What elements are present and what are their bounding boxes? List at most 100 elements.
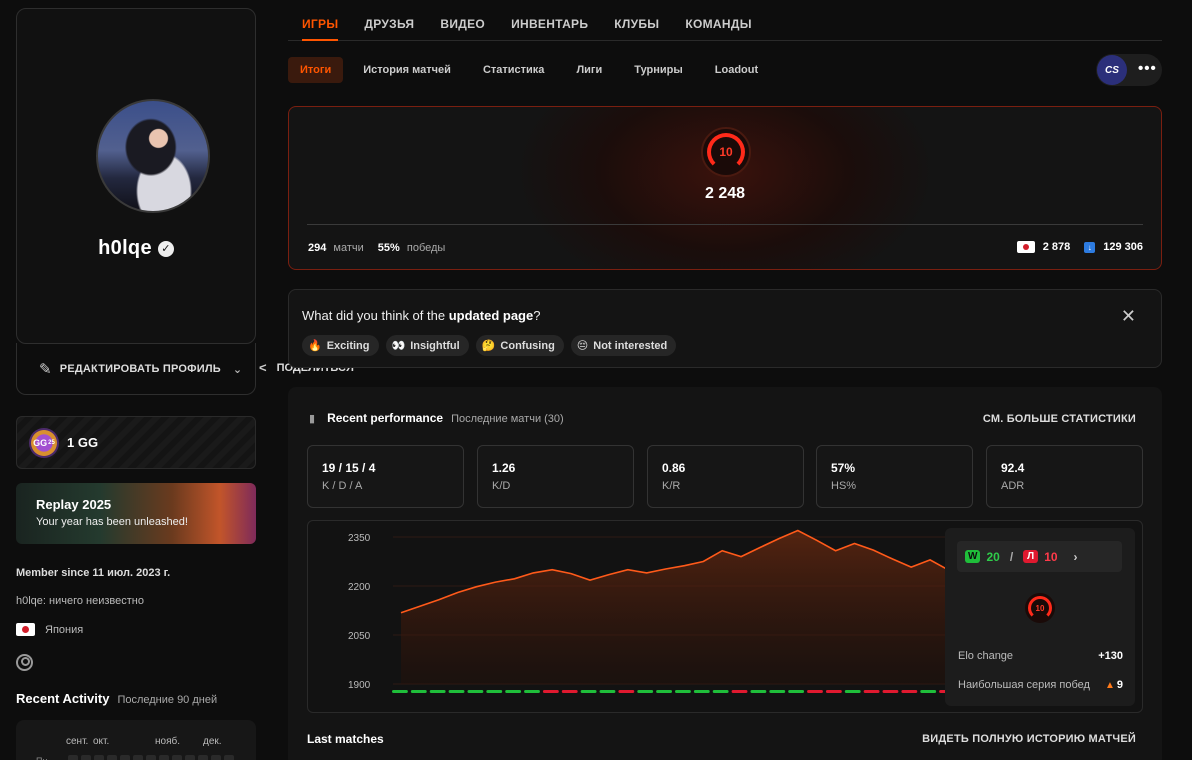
stat-tile-hs: 57% HS% <box>816 445 973 508</box>
win-streak-row: Наибольшая серия побед ▲ 9 <box>958 679 1123 691</box>
activity-cell <box>81 755 91 760</box>
country-rank[interactable]: 2 878 <box>1016 241 1071 253</box>
feedback-question: What did you think of the updated page? <box>302 308 540 323</box>
subtab-statistics[interactable]: Статистика <box>467 57 561 83</box>
full-history-link[interactable]: ВИДЕТЬ ПОЛНУЮ ИСТОРИЮ МАТЧЕЙ <box>922 733 1136 745</box>
gg-coin-icon: GG 25 <box>29 427 59 458</box>
activity-cell <box>133 755 143 760</box>
win-streak-label: Наибольшая серия побед <box>958 679 1090 691</box>
matches-value: 294 <box>308 242 327 254</box>
global-rank[interactable]: ↓ 129 306 <box>1084 241 1143 253</box>
chip-label: Insightful <box>410 339 460 352</box>
mini-level-badge: 10 <box>1025 593 1055 623</box>
subtab-leagues[interactable]: Лиги <box>560 57 618 83</box>
close-icon[interactable]: ✕ <box>1121 306 1136 327</box>
subtab-tournaments[interactable]: Турниры <box>618 57 699 83</box>
stat-tile-kda: 19 / 15 / 4 K / D / A <box>307 445 464 508</box>
stat-value: 92.4 <box>1001 461 1025 475</box>
chevron-down-icon[interactable]: ⌄ <box>233 363 242 376</box>
eyes-icon: 👀 <box>391 340 406 352</box>
tab-video[interactable]: ВИДЕО <box>440 0 485 40</box>
sub-nav: Итоги История матчей Статистика Лиги Тур… <box>288 57 774 83</box>
pencil-icon: ✎ <box>39 361 52 378</box>
global-rank-icon: ↓ <box>1084 241 1096 253</box>
share-icon: < <box>259 360 267 375</box>
chip-confusing[interactable]: 🤔 Confusing <box>475 335 564 356</box>
win-streak-value: 9 <box>1116 679 1123 691</box>
cs2-game-icon[interactable]: CS <box>1097 55 1127 85</box>
chip-label: Exciting <box>326 339 370 352</box>
win-marker <box>448 690 465 693</box>
recent-activity-title: Recent Activity <box>16 691 110 706</box>
win-marker <box>580 690 597 693</box>
feedback-question-end: ? <box>533 308 541 323</box>
win-loss-summary[interactable]: W 20 / Л 10 › <box>957 541 1122 572</box>
recent-activity-subtitle: Последние 90 дней <box>117 694 218 706</box>
separator: / <box>1009 549 1014 564</box>
replay-card[interactable]: Replay 2025 Your year has been unleashed… <box>16 483 256 544</box>
activity-cell <box>146 755 156 760</box>
loss-marker <box>618 690 635 693</box>
y-tick-label: 1900 <box>348 680 371 691</box>
win-marker <box>392 690 408 693</box>
win-marker <box>788 690 805 693</box>
performance-title: Recent performance <box>327 411 444 425</box>
loss-marker <box>882 690 899 693</box>
country-rank-value: 2 878 <box>1042 241 1071 253</box>
win-marker <box>693 690 710 693</box>
tab-inventory[interactable]: ИНВЕНТАРЬ <box>511 0 588 40</box>
chip-label: Confusing <box>500 339 555 352</box>
win-marker <box>712 690 729 693</box>
activity-cell <box>211 755 221 760</box>
profile-actions: ✎ РЕДАКТИРОВАТЬ ПРОФИЛЬ ⌄ < ПОДЕЛИТЬСЯ <box>16 343 354 395</box>
see-more-stats-link[interactable]: СМ. БОЛЬШЕ СТАТИСТИКИ <box>983 413 1136 425</box>
win-badge: W <box>965 550 981 563</box>
gg-badge-text: GG <box>33 437 48 448</box>
thinking-icon: 🤔 <box>481 340 496 352</box>
chip-label: Not interested <box>593 339 668 352</box>
flag-japan-icon <box>1016 241 1035 253</box>
chip-insightful[interactable]: 👀 Insightful <box>385 335 469 356</box>
losses-count: 10 <box>1044 549 1058 564</box>
bio: h0lqe: ничего неизвестно <box>16 595 144 607</box>
loss-marker <box>863 690 880 693</box>
more-options-icon[interactable]: ••• <box>1138 60 1157 77</box>
tab-friends[interactable]: ДРУЗЬЯ <box>364 0 414 40</box>
activity-cell <box>120 755 130 760</box>
subtab-match-history[interactable]: История матчей <box>347 57 467 83</box>
mini-level-value: 10 <box>1028 596 1052 620</box>
tab-clubs[interactable]: КЛУБЫ <box>614 0 659 40</box>
stat-value: 1.26 <box>492 461 516 475</box>
stat-label: ADR <box>1001 480 1025 492</box>
activity-cell <box>224 755 234 760</box>
game-switcher[interactable]: CS ••• <box>1096 54 1162 86</box>
month-label: нояб. <box>155 736 181 747</box>
win-marker <box>467 690 484 693</box>
avatar[interactable] <box>96 99 210 213</box>
stat-label: K / D / A <box>322 480 363 492</box>
subtab-summary[interactable]: Итоги <box>288 57 344 83</box>
elo-change-value: +130 <box>1098 650 1123 662</box>
edit-profile-button[interactable]: ✎ РЕДАКТИРОВАТЬ ПРОФИЛЬ ⌄ <box>39 360 242 378</box>
stat-tile-adr: 92.4 ADR <box>986 445 1143 508</box>
fire-icon: 🔥 <box>308 340 322 352</box>
feedback-question-bold: updated page <box>448 308 534 323</box>
steam-icon[interactable] <box>16 654 33 671</box>
tab-teams[interactable]: КОМАНДЫ <box>685 0 751 40</box>
feedback-question-start: What did you think of the <box>302 308 446 323</box>
loss-badge: Л <box>1023 550 1039 563</box>
subtab-loadout[interactable]: Loadout <box>699 57 774 83</box>
chip-exciting[interactable]: 🔥 Exciting <box>302 335 379 356</box>
gg-badge-sub: 25 <box>48 439 55 446</box>
activity-cell <box>68 755 78 760</box>
chevron-right-icon: › <box>1073 549 1078 564</box>
win-marker <box>429 690 446 693</box>
replay-title: Replay 2025 <box>36 497 112 512</box>
gg-card[interactable]: GG 25 1 GG <box>16 416 256 469</box>
edit-profile-label: РЕДАКТИРОВАТЬ ПРОФИЛЬ <box>59 363 221 375</box>
tab-games[interactable]: ИГРЫ <box>302 0 339 41</box>
verified-icon: ✓ <box>157 240 174 257</box>
chip-not-interested[interactable]: 😔 Not interested <box>570 335 677 356</box>
stat-tile-kr: 0.86 K/R <box>647 445 804 508</box>
main-nav: ИГРЫ ДРУЗЬЯ ВИДЕО ИНВЕНТАРЬ КЛУБЫ КОМАНД… <box>288 0 1162 41</box>
